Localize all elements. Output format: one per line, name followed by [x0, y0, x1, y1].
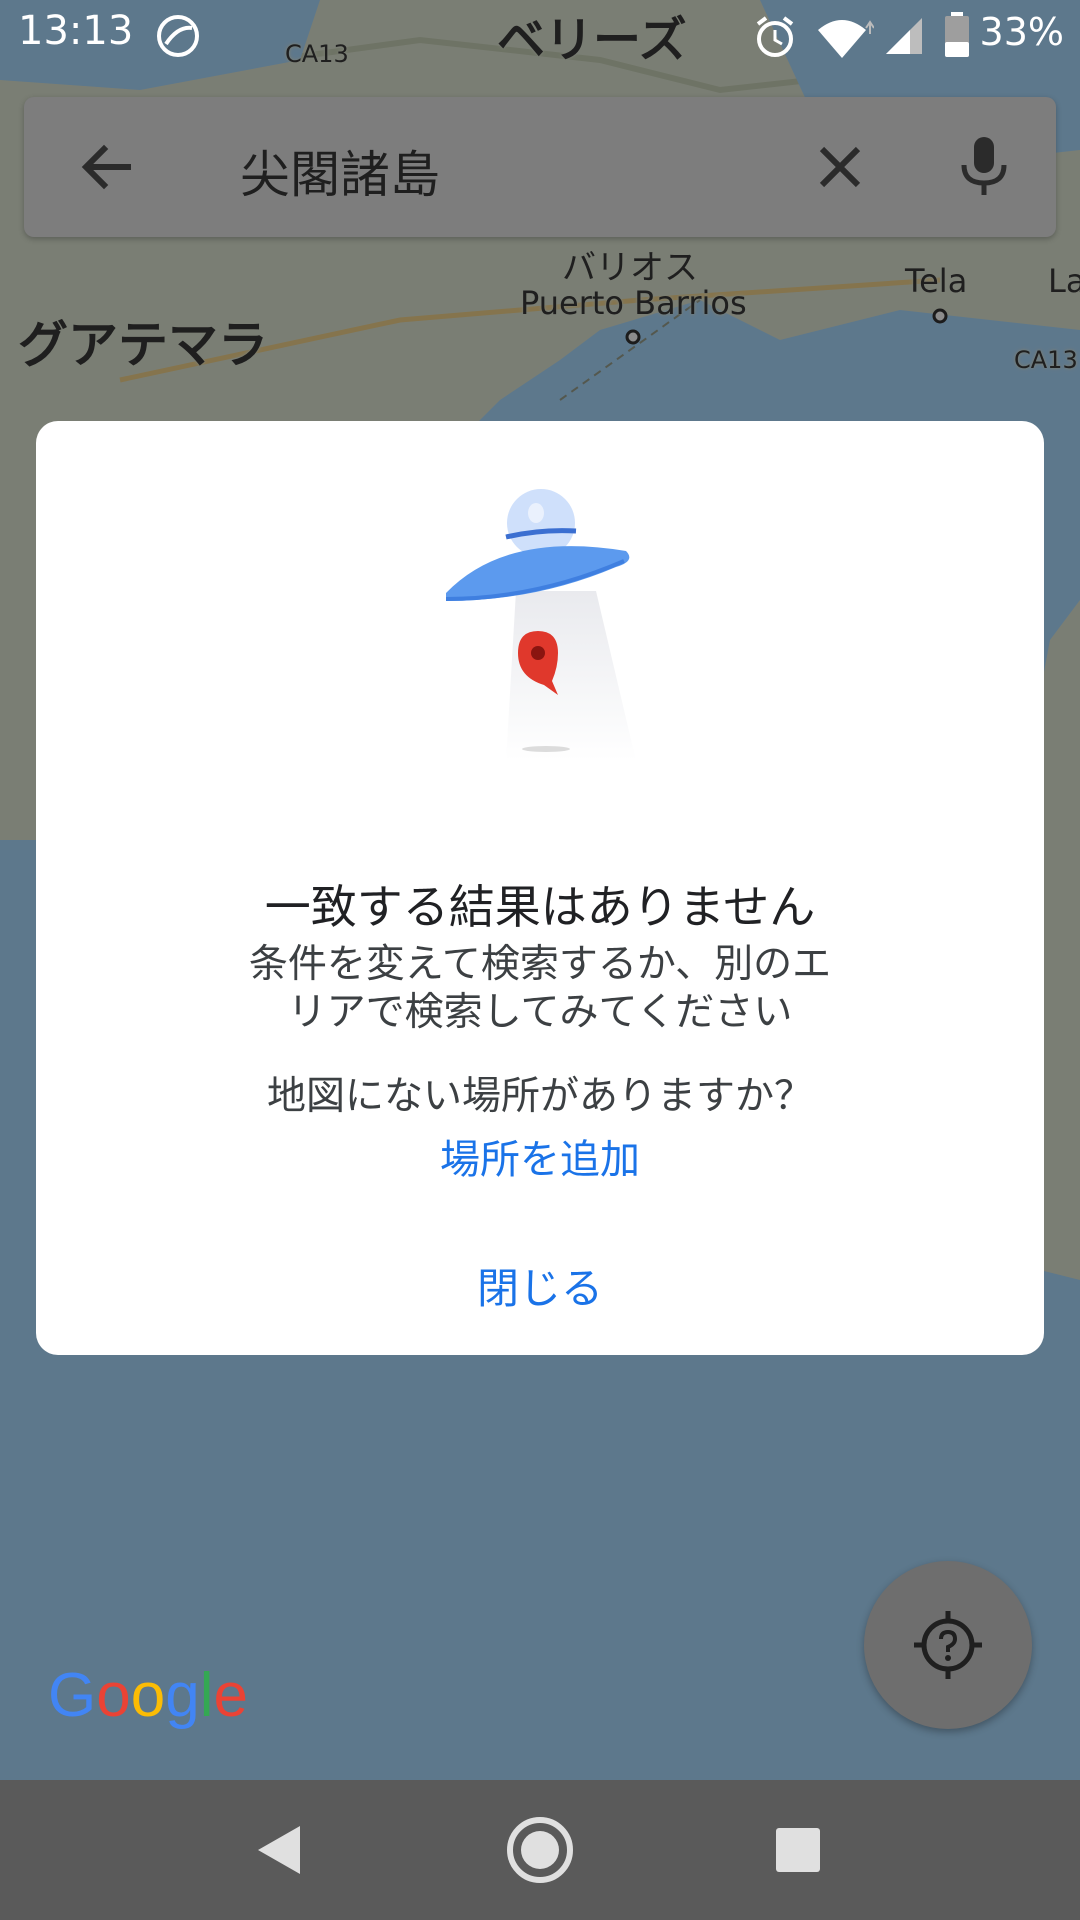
status-time: 13:13 [18, 8, 134, 54]
google-logo: Google [48, 1661, 248, 1730]
clear-icon[interactable] [800, 127, 880, 207]
dialog-message: 条件を変えて検索するか、別のエ リアで検索してみてください [36, 941, 1044, 1037]
nav-home-icon[interactable] [500, 1810, 580, 1890]
app-notification-icon [157, 15, 199, 57]
nav-back-icon[interactable] [240, 1810, 320, 1890]
nav-recents-icon[interactable] [758, 1810, 838, 1890]
system-navigation-bar [0, 1780, 1080, 1920]
cell-signal-icon [886, 18, 922, 54]
microphone-icon[interactable] [944, 127, 1024, 207]
search-bar[interactable]: 尖閣諸島 [24, 97, 1056, 237]
search-input[interactable]: 尖閣諸島 [240, 135, 440, 207]
no-results-dialog: 一致する結果はありません 条件を変えて検索するか、別のエ リアで検索してみてくだ… [36, 421, 1044, 1355]
wifi-icon [818, 20, 874, 58]
back-arrow-icon[interactable] [68, 127, 148, 207]
add-place-link[interactable]: 場所を追加 [36, 1127, 1044, 1185]
dialog-title: 一致する結果はありません [264, 880, 816, 934]
close-button[interactable]: 閉じる [36, 1255, 1044, 1316]
missing-place-question: 地図にない場所がありますか？ [266, 1074, 813, 1119]
location-unknown-icon [914, 1611, 982, 1679]
dialog-message-line-1: 条件を変えて検索するか、別のエ [248, 942, 832, 987]
ufo-illustration [445, 489, 636, 761]
battery-icon [945, 12, 969, 57]
dialog-message-line-2: リアで検索してみてください [287, 990, 793, 1035]
status-bar: 13:13 33% [0, 0, 1080, 72]
alarm-icon [756, 16, 794, 57]
battery-percent: 33% [979, 10, 1064, 54]
my-location-button[interactable] [864, 1561, 1032, 1729]
